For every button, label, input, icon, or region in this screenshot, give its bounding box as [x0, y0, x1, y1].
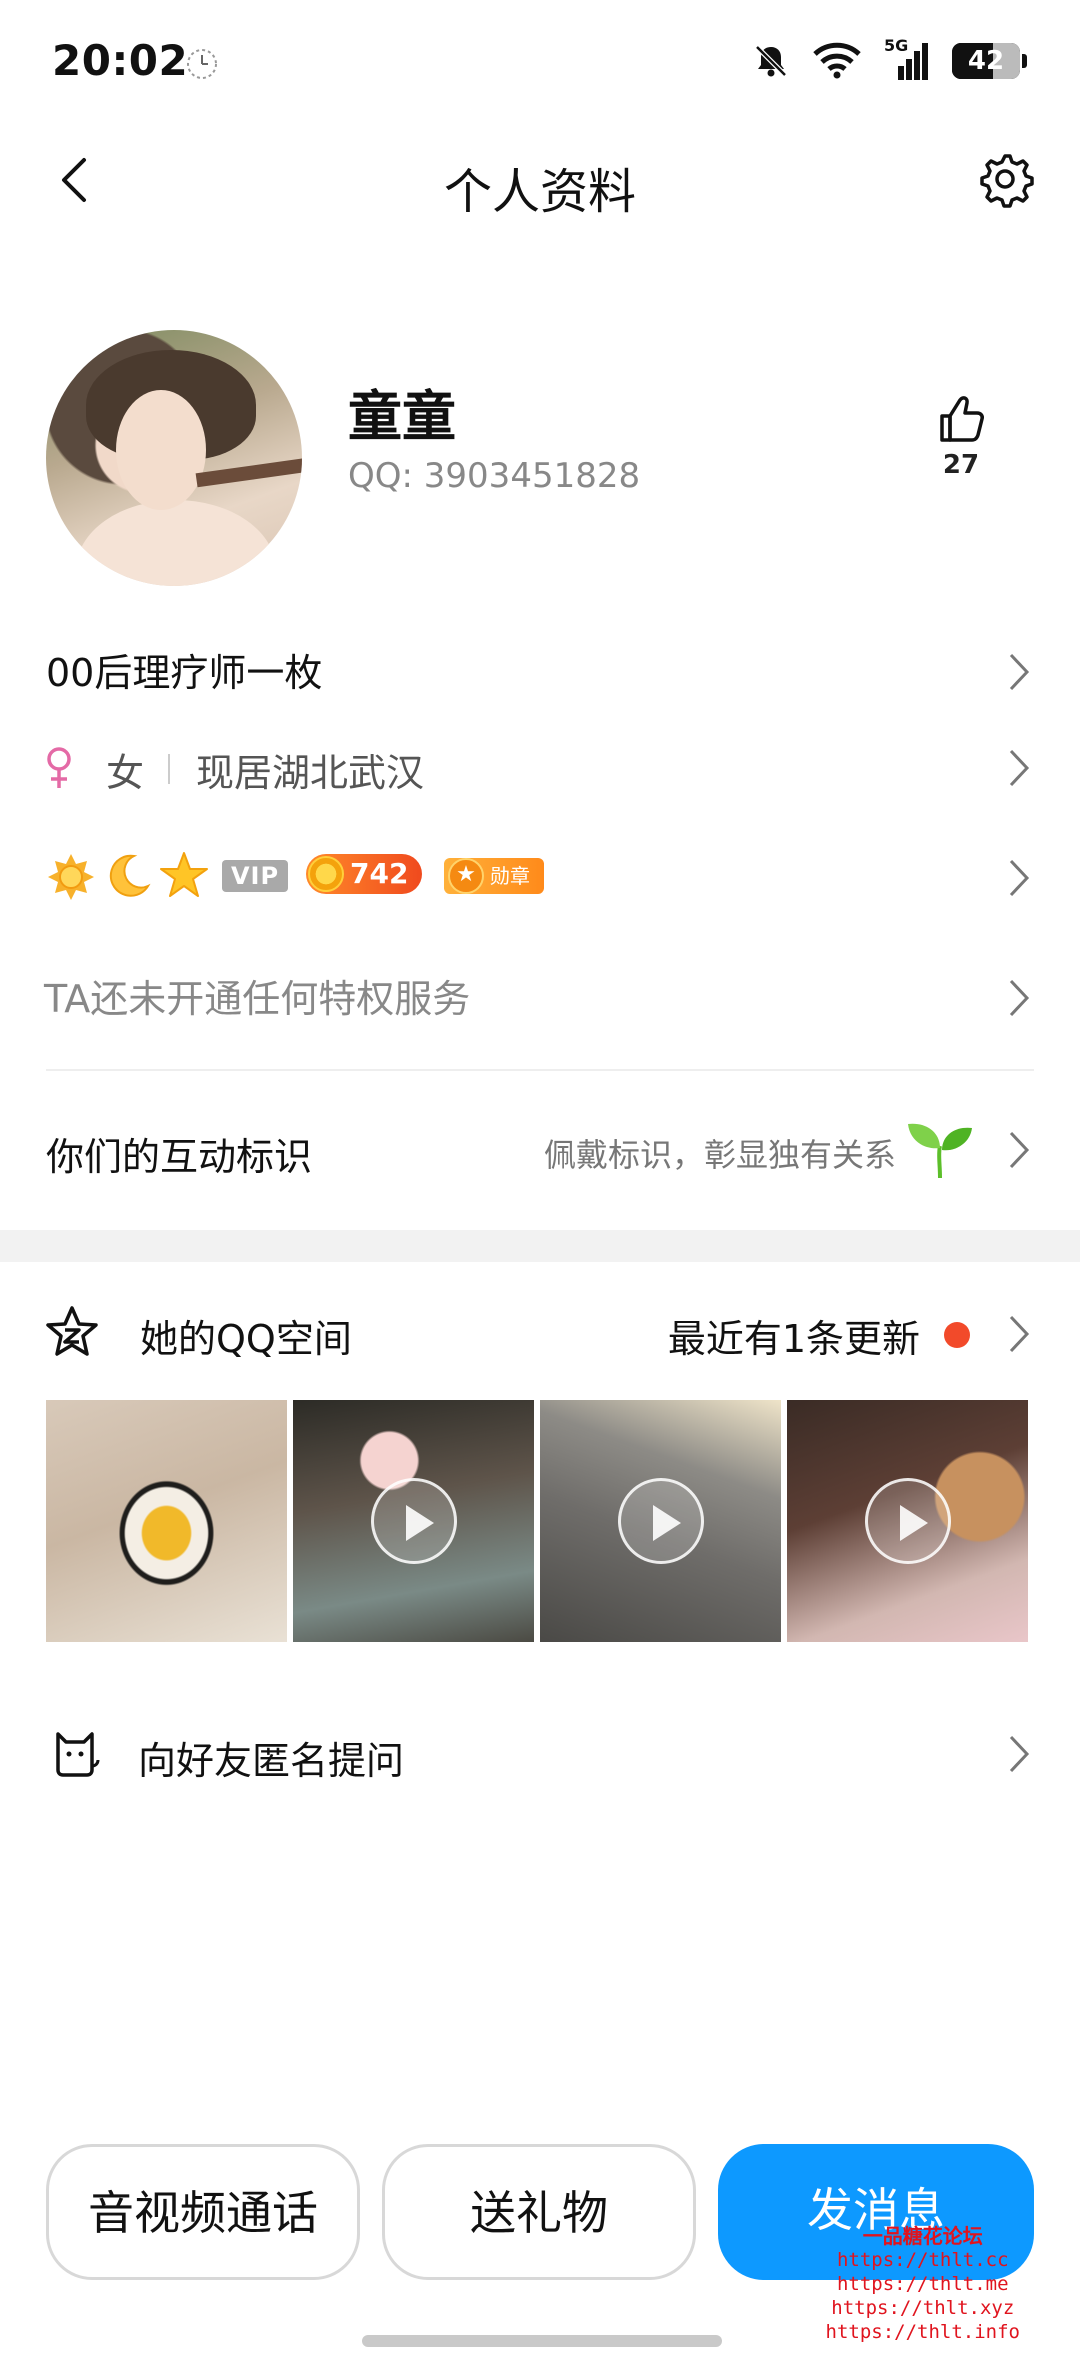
qzone-video-thumb[interactable] [787, 1400, 1028, 1642]
play-icon [370, 1478, 457, 1564]
like-button[interactable]: 27 [926, 392, 996, 480]
avatar[interactable] [46, 330, 302, 586]
status-time: 20:02 [52, 36, 189, 85]
qzone-star-icon [46, 1306, 98, 1356]
qzone-title: 她的QQ空间 [140, 1317, 352, 1361]
battery-indicator: 42 [952, 43, 1027, 79]
bio-row[interactable]: 00后理疗师一枚 [0, 642, 1080, 702]
medal-star-icon: ★ [448, 858, 484, 894]
watermark-line: https://thlt.info [825, 2321, 1020, 2343]
page-title: 个人资料 [443, 164, 636, 220]
home-indicator[interactable] [362, 2335, 722, 2347]
cellular-signal-icon: 5G [884, 36, 930, 82]
sun-level-icon [48, 854, 94, 900]
chevron-right-icon [1009, 653, 1030, 691]
interaction-marker-row[interactable]: 你们的互动标识 佩戴标识，彰显独有关系 [0, 1116, 1080, 1186]
play-icon [864, 1478, 951, 1564]
qzone-video-thumb[interactable] [540, 1400, 781, 1642]
qzone-photo[interactable] [46, 1400, 287, 1642]
watermark-title: 一品糖花论坛 [862, 2224, 983, 2248]
bio-text: 00后理疗师一枚 [46, 651, 323, 695]
star-level-icon [160, 852, 208, 897]
coin-icon [308, 856, 344, 892]
qzone-row[interactable]: 她的QQ空间 最近有1条更新 [0, 1300, 1080, 1370]
alarm-clock-icon [187, 49, 217, 79]
wifi-icon [813, 42, 861, 79]
sprout-icon [908, 1123, 972, 1179]
gear-icon[interactable] [974, 148, 1036, 210]
qzone-update-text: 最近有1条更新 [667, 1317, 920, 1361]
location-text: 现居湖北武汉 [196, 751, 425, 795]
send-gift-button[interactable]: 送礼物 [382, 2144, 696, 2280]
qzone-photo-strip [46, 1400, 1028, 1642]
basic-info-row[interactable]: 女 现居湖北武汉 [0, 736, 1080, 802]
nickname: 童童 [348, 385, 456, 448]
cat-box-icon [56, 1732, 100, 1777]
ask-title: 向好友匿名提问 [138, 1739, 405, 1783]
thumbs-up-icon [940, 396, 984, 442]
interaction-subtitle: 佩戴标识，彰显独有关系 [543, 1136, 896, 1174]
play-icon [617, 1478, 704, 1564]
watermark-line: https://thlt.cc [836, 2249, 1009, 2271]
status-bar: 20:02 5G 42 [0, 0, 1080, 120]
watermark-line: https://thlt.xyz [831, 2297, 1015, 2319]
chevron-right-icon [1009, 1315, 1030, 1353]
watermark-line: https://thlt.me [836, 2273, 1009, 2295]
like-count: 27 [942, 450, 980, 480]
separator [168, 754, 170, 784]
qzone-video-thumb[interactable] [293, 1400, 534, 1642]
gender-text: 女 [106, 751, 145, 795]
level-value: 742 [350, 857, 409, 890]
qq-number: QQ: 3903451828 [348, 456, 641, 496]
badges-row[interactable]: VIP 742 ★ 勋章 [0, 846, 1080, 910]
notification-dot [944, 1322, 970, 1348]
nav-header: 个人资料 [0, 130, 1080, 230]
medal-badge: ★ 勋章 [444, 858, 544, 894]
watermark: 一品糖花论坛 https://thlt.cc https://thlt.me h… [826, 2224, 1020, 2344]
medal-label: 勋章 [490, 864, 530, 888]
privilege-text: TA还未开通任何特权服务 [44, 977, 471, 1021]
female-icon [47, 747, 71, 788]
mute-bell-icon [755, 45, 787, 77]
chevron-right-icon [1009, 859, 1030, 897]
chevron-right-icon [1009, 1735, 1030, 1773]
chevron-right-icon [1009, 1131, 1030, 1169]
moon-level-icon [109, 854, 151, 897]
anonymous-question-row[interactable]: 向好友匿名提问 [0, 1724, 1080, 1794]
video-call-button[interactable]: 音视频通话 [46, 2144, 360, 2280]
battery-level: 42 [967, 46, 1005, 76]
section-gap [0, 1230, 1080, 1262]
chevron-right-icon [1009, 749, 1030, 787]
level-badge: 742 [306, 854, 422, 894]
chevron-right-icon [1009, 979, 1030, 1017]
vip-badge: VIP [222, 860, 288, 892]
divider [46, 1069, 1034, 1071]
status-icons: 5G 42 [752, 36, 1027, 84]
interaction-title: 你们的互动标识 [46, 1135, 313, 1179]
privilege-row[interactable]: TA还未开通任何特权服务 [0, 968, 1080, 1030]
